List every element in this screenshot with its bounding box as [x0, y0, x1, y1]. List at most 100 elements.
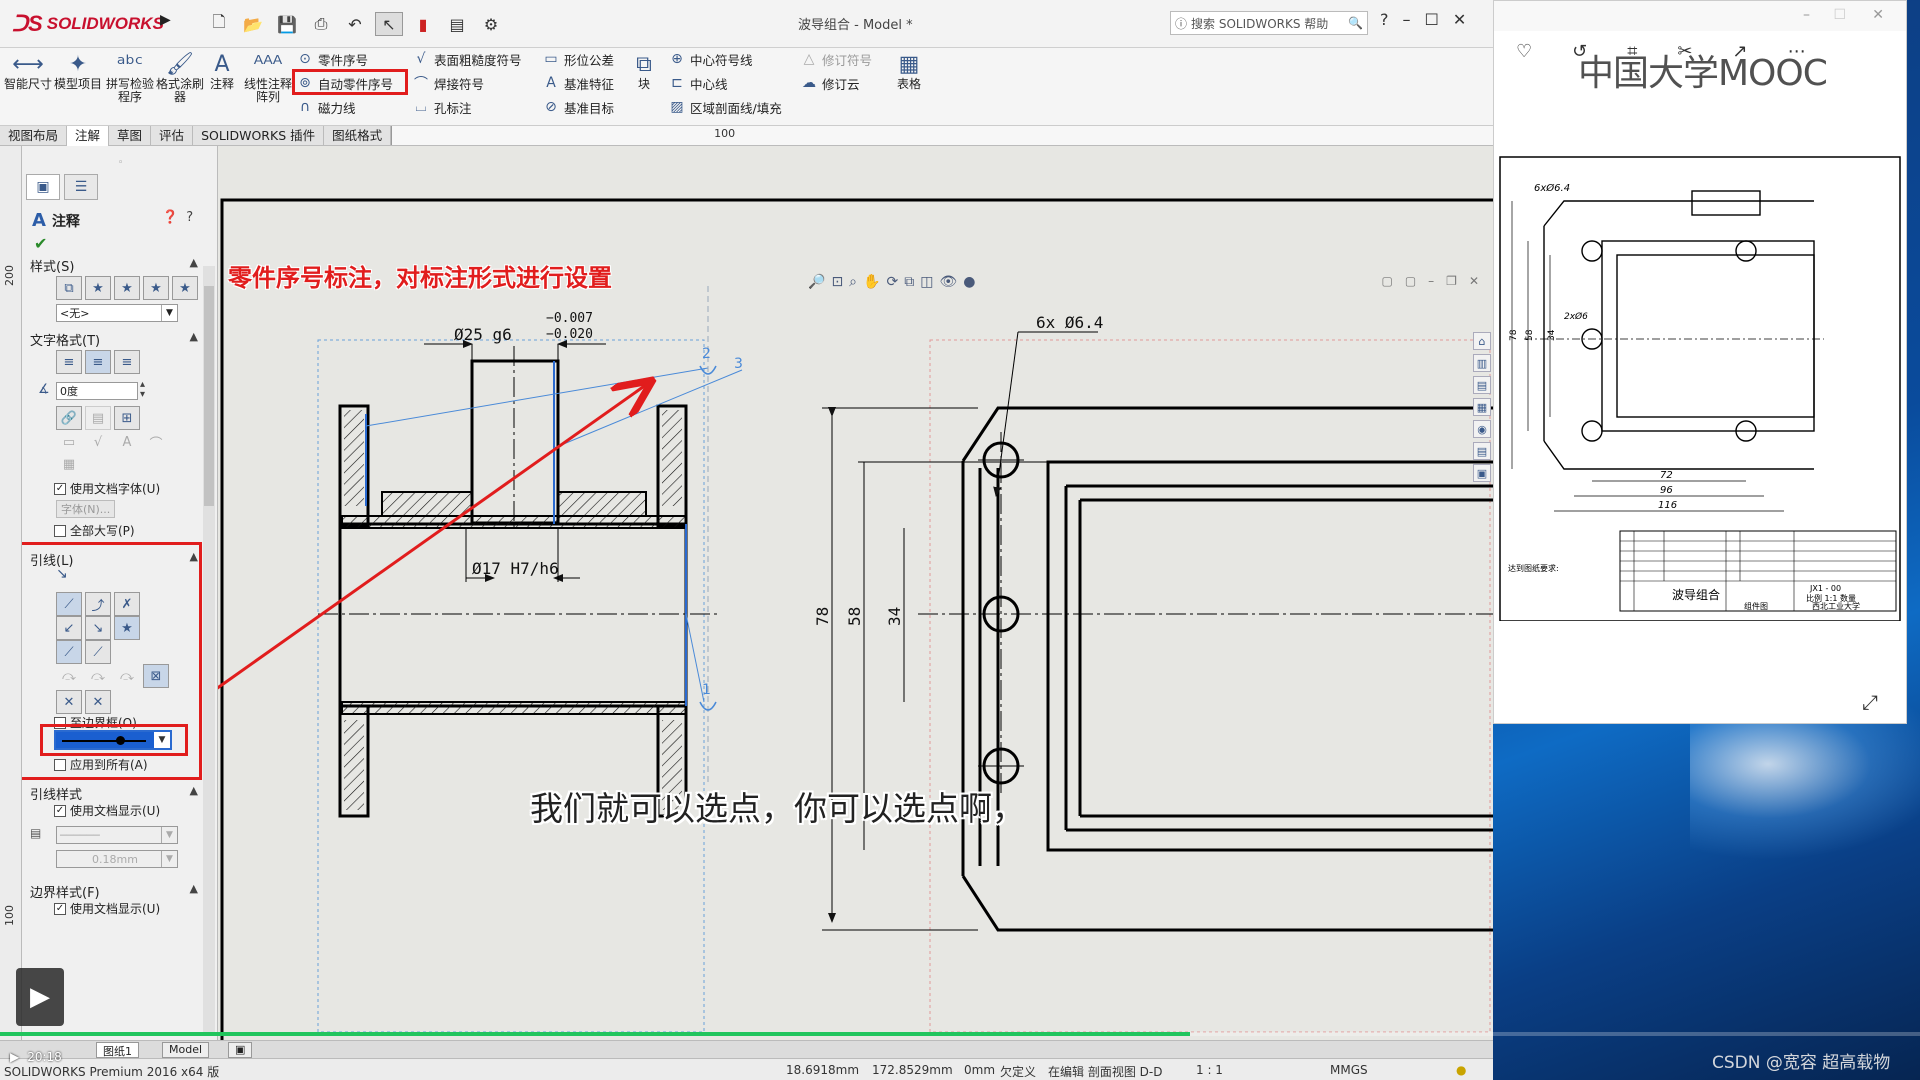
all-caps-checkbox[interactable]: 全部大写(P)	[54, 522, 135, 539]
pan-icon[interactable]: ✋	[863, 274, 880, 290]
status-units[interactable]: MMGS	[1330, 1063, 1368, 1077]
search-icon[interactable]: 🔍	[1348, 16, 1363, 30]
ok-check-icon[interactable]: ✔	[34, 234, 47, 253]
file-properties-icon[interactable]: ▤	[443, 12, 471, 36]
balloon-button[interactable]: ⊙ 零件序号	[296, 48, 368, 70]
line-weight-select[interactable]: 0.18mm ▼	[56, 850, 178, 868]
small-play-icon[interactable]: ▶	[10, 1050, 19, 1064]
maximize-icon[interactable]: ☐	[1425, 10, 1439, 29]
align-left-icon[interactable]: ≡	[56, 350, 82, 374]
appearance-icon[interactable]: ●	[963, 274, 975, 290]
tile-icon[interactable]: ▢	[1405, 274, 1416, 288]
linear-note-pattern-button[interactable]: ᴬᴬᴬ 线性注释阵列	[244, 52, 292, 104]
apply-style-icon[interactable]: ⧉	[56, 276, 82, 300]
resources-icon[interactable]: ▥	[1473, 354, 1491, 372]
align-right-icon[interactable]: ≡	[114, 350, 140, 374]
use-doc-display2-checkbox[interactable]: ✓ 使用文档显示(U)	[54, 900, 160, 917]
section-leader-style[interactable]: 引线样式 ▲	[30, 784, 198, 803]
custom-properties-icon[interactable]: ▣	[1473, 464, 1491, 482]
surface-finish-button[interactable]: √ 表面粗糙度符号	[412, 48, 522, 70]
undo-icon[interactable]: ↶	[341, 12, 369, 36]
sheet-tab-model[interactable]: Model	[162, 1042, 210, 1058]
rotate-icon[interactable]: ⟳	[886, 274, 898, 290]
note-button[interactable]: A 注释	[204, 52, 240, 91]
balloon-3[interactable]: 3	[734, 356, 743, 372]
zoom-fit-icon[interactable]: 🔎	[808, 274, 825, 290]
datum-target-button[interactable]: ⊘ 基准目标	[542, 96, 614, 118]
new-file-icon[interactable]: 🗋	[205, 12, 233, 36]
magnetic-line-button[interactable]: ∩ 磁力线	[296, 96, 356, 118]
font-button[interactable]: 字体(N)...	[56, 500, 116, 518]
use-doc-display-checkbox[interactable]: ✓ 使用文档显示(U)	[54, 802, 160, 819]
dim-34[interactable]: 34	[885, 607, 904, 626]
tab-view-layout[interactable]: 视图布局	[0, 126, 68, 146]
surface-finish-icon[interactable]: √	[85, 430, 111, 454]
tab-annotation[interactable]: 注解	[67, 126, 110, 146]
block-button[interactable]: ⧉ 块	[630, 52, 658, 91]
centerline-button[interactable]: ⊏ 中心线	[668, 72, 727, 94]
view-orientation-icon[interactable]: ⧉	[904, 274, 914, 290]
solidworks-logo[interactable]: ᑐS SOLIDWORKS	[12, 10, 164, 38]
design-library-icon[interactable]: ▤	[1473, 376, 1491, 394]
hole-callout-button[interactable]: ⌴ 孔标注	[412, 96, 471, 118]
add-style-icon[interactable]: ★	[85, 276, 111, 300]
minimize-icon[interactable]: –	[1403, 10, 1411, 29]
hyperlink-icon[interactable]: 🔗	[56, 406, 82, 430]
spell-check-button[interactable]: ᵃᵇᶜ 拼写检验程序	[106, 52, 154, 104]
datum-feature-button[interactable]: A 基准特征	[542, 72, 614, 94]
heart-icon[interactable]: ♡	[1516, 41, 1532, 62]
stack-icon[interactable]: ▭	[56, 430, 82, 454]
use-doc-font-checkbox[interactable]: ✓ 使用文档字体(U)	[54, 480, 160, 497]
delete-style-icon[interactable]: ★	[114, 276, 140, 300]
zoom-area-icon[interactable]: ⊡	[831, 274, 843, 290]
panel-grip-icon[interactable]: ◦	[118, 158, 123, 168]
video-progress-bar[interactable]	[0, 1032, 1920, 1036]
tab-sheet-format[interactable]: 图纸格式	[324, 126, 392, 146]
viewport-close-icon[interactable]: ✕	[1469, 274, 1479, 288]
zoom-previous-icon[interactable]: ⌕	[849, 274, 857, 290]
viewport-minimize-icon[interactable]: –	[1428, 274, 1434, 288]
weld-icon[interactable]: ⌒	[143, 430, 169, 454]
tab-evaluate[interactable]: 评估	[151, 126, 194, 146]
area-hatch-button[interactable]: ▨ 区域剖面线/填充	[668, 96, 781, 118]
status-scale[interactable]: 1 : 1	[1196, 1063, 1223, 1077]
balloon-2[interactable]: 2	[702, 346, 711, 362]
geometric-tolerance-button[interactable]: ▭ 形位公差	[542, 48, 614, 70]
help-menu-icon[interactable]: ?	[1380, 10, 1389, 29]
table-button[interactable]: ▦ 表格	[892, 52, 926, 91]
angle-input[interactable]: 0度	[56, 382, 138, 400]
add-sheet-icon[interactable]: ▣	[228, 1042, 253, 1058]
home-icon[interactable]: ⌂	[1473, 332, 1491, 350]
datum-icon[interactable]: A	[114, 430, 140, 454]
play-button[interactable]: ▶	[16, 968, 64, 1026]
style-select[interactable]: <无> ▼	[56, 304, 178, 322]
display-style-icon[interactable]: ◫	[920, 274, 933, 290]
print-icon[interactable]: ⎙	[307, 12, 335, 36]
tab-addins[interactable]: SOLIDWORKS 插件	[193, 126, 325, 146]
revision-cloud-button[interactable]: ☁ 修订云	[800, 72, 860, 94]
add-symbol-icon[interactable]: ⊞	[114, 406, 140, 430]
section-text-format[interactable]: 文字格式(T) ▲	[30, 330, 198, 349]
whats-new-icon[interactable]: ❓	[162, 210, 178, 225]
rebuild-status-icon[interactable]: ●	[1456, 1063, 1466, 1077]
rebuild-icon[interactable]: ▮	[409, 12, 437, 36]
dim-shaft-text[interactable]: Ø25 g6	[454, 325, 512, 344]
load-style-icon[interactable]: ★	[172, 276, 198, 300]
dim-78[interactable]: 78	[813, 607, 832, 626]
tab-sketch[interactable]: 草图	[109, 126, 152, 146]
dim-58[interactable]: 58	[845, 607, 864, 626]
table-insert-icon[interactable]: ▦	[56, 452, 82, 476]
section-border[interactable]: 边界样式(F) ▲	[30, 882, 198, 901]
center-mark-button[interactable]: ⊕ 中心符号线	[668, 48, 752, 70]
weld-symbol-button[interactable]: ⌒ 焊接符号	[412, 72, 484, 94]
split-view-icon[interactable]: ▢	[1381, 274, 1392, 288]
viewer-min-icon[interactable]: –	[1803, 7, 1810, 23]
balloon-1[interactable]: 1	[702, 682, 711, 698]
revision-symbol-button[interactable]: △ 修订符号	[800, 48, 872, 70]
close-icon[interactable]: ✕	[1453, 10, 1466, 29]
pm-scrollbar[interactable]	[203, 266, 215, 1036]
save-icon[interactable]: 💾	[273, 12, 301, 36]
format-painter-button[interactable]: 🖌 格式涂刷器	[156, 52, 204, 104]
help-search-input[interactable]: ⓘ 搜索 SOLIDWORKS 帮助 🔍	[1170, 11, 1368, 35]
hole-callout-text[interactable]: 6x Ø6.4	[1036, 313, 1103, 332]
